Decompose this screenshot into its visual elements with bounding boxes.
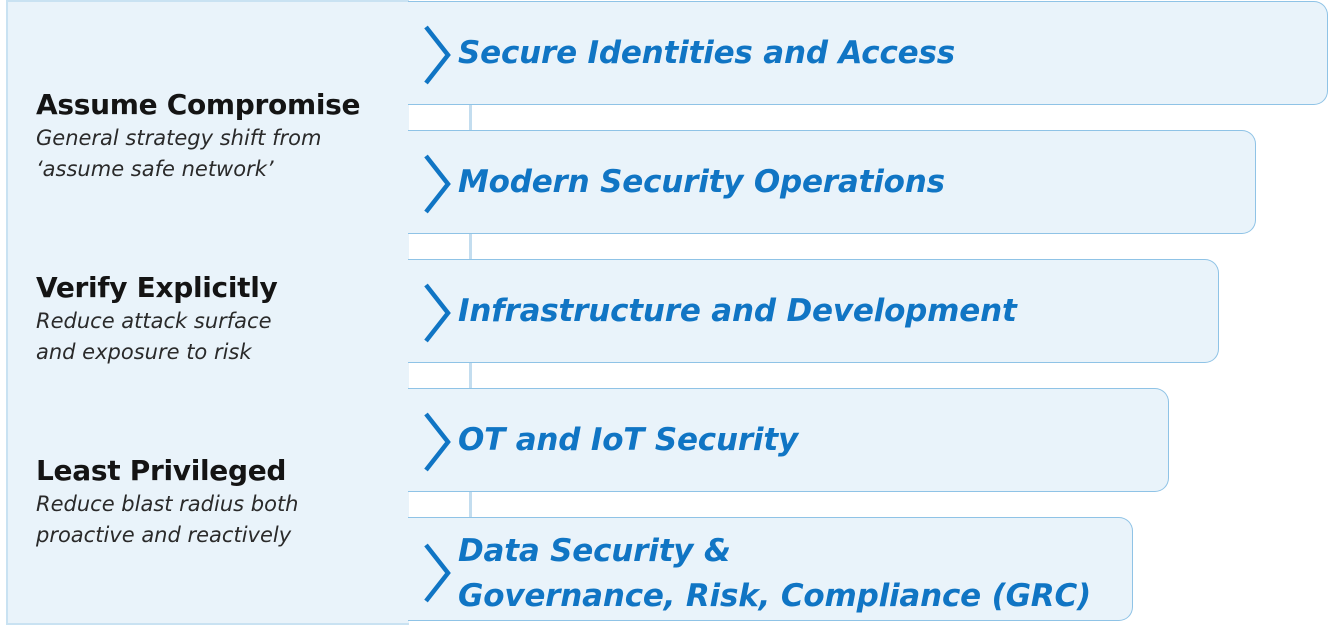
pillar-connector (469, 233, 472, 259)
pillar-label: Modern Security Operations (458, 164, 945, 200)
principle-title: Assume Compromise (36, 88, 361, 121)
chevron-right-icon (420, 542, 454, 604)
pillar-infrastructure-and-development: Infrastructure and Development (408, 259, 1219, 363)
pillar-secure-identities-and-access: Secure Identities and Access (408, 1, 1328, 105)
pillar-label: OT and IoT Security (458, 422, 798, 458)
pillar-label: Infrastructure and Development (458, 293, 1017, 329)
principles-panel: Assume Compromise General strategy shift… (6, 0, 409, 625)
pillar-modern-security-operations: Modern Security Operations (408, 130, 1256, 234)
pillar-label: Secure Identities and Access (458, 35, 955, 71)
pillar-ot-and-iot-security: OT and IoT Security (408, 388, 1169, 492)
principle-title: Least Privileged (36, 454, 287, 487)
principle-title: Verify Explicitly (36, 271, 278, 304)
principle-verify-explicitly: Verify Explicitly Reduce attack surface … (36, 270, 278, 368)
pillar-connector (469, 491, 472, 517)
pillar-data-security-and-grc: Data Security & Governance, Risk, Compli… (408, 517, 1133, 621)
principle-description: General strategy shift from ‘assume safe… (36, 126, 322, 181)
principle-assume-compromise: Assume Compromise General strategy shift… (36, 87, 361, 185)
chevron-right-icon (420, 411, 454, 473)
pillar-label: Data Security & Governance, Risk, Compli… (458, 533, 1091, 614)
chevron-right-icon (420, 153, 454, 215)
chevron-right-icon (420, 24, 454, 86)
principle-description: Reduce blast radius both proactive and r… (36, 492, 299, 547)
pillar-connector (469, 362, 472, 388)
chevron-right-icon (420, 282, 454, 344)
principle-description: Reduce attack surface and exposure to ri… (36, 309, 272, 364)
pillar-connector (469, 104, 472, 130)
principle-least-privileged: Least Privileged Reduce blast radius bot… (36, 453, 299, 551)
